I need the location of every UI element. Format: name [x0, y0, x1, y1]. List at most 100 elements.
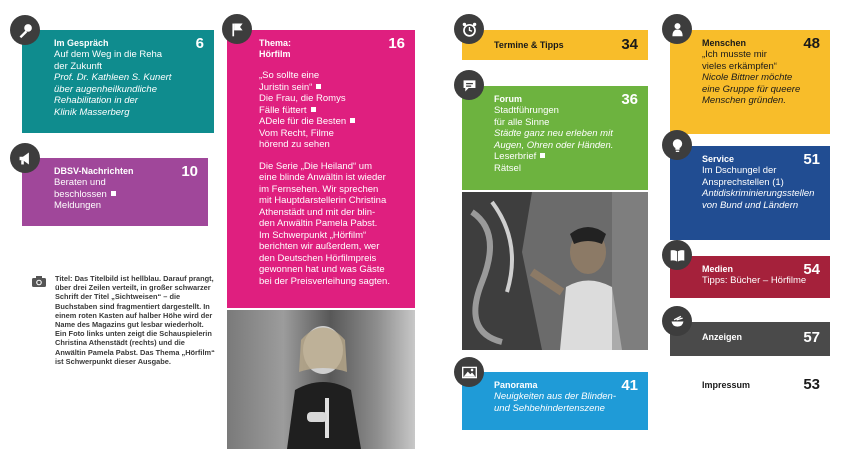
paragraph-line: Athenstädt und mit der blin-	[259, 206, 376, 218]
text-line: beschlossen	[54, 189, 198, 201]
bullet-square-icon	[316, 83, 322, 89]
megaphone-icon	[10, 143, 40, 173]
text-line-content: beschlossen	[54, 188, 107, 200]
person-icon	[662, 14, 692, 44]
section-title: Impressum	[702, 380, 751, 390]
italic-line: Städte ganz neu erleben mit	[494, 128, 613, 139]
text-line-content: Fälle füttert	[259, 104, 307, 116]
section-subtitle: Hörfilm	[259, 49, 291, 59]
text-line-content: Leserbrief	[494, 151, 537, 162]
cover-caption: Titel: Das Titelbild ist hellblau. Darau…	[55, 274, 215, 366]
page-number: 36	[621, 91, 638, 108]
paragraph-line: mit Hauptdarstellerin Christina	[259, 195, 387, 206]
page-number: 54	[803, 261, 820, 278]
text-line: der Zukunft	[54, 60, 103, 72]
text-line: Beraten und	[54, 177, 106, 188]
bullet-square-icon	[310, 106, 316, 112]
camera-icon	[32, 276, 46, 287]
section-im-gespraech[interactable]: 6 Im Gespräch Auf dem Weg in die Reha de…	[22, 30, 214, 133]
section-dbsv[interactable]: 10 DBSV-Nachrichten Beraten und beschlos…	[22, 158, 208, 226]
paragraph-line: Die Serie „Die Heiland“ um	[259, 160, 372, 172]
text-line: Im Dschungel der	[702, 165, 777, 176]
bowl-icon	[662, 306, 692, 336]
text-line: Meldungen	[54, 200, 102, 211]
speech-bubble-icon	[454, 70, 484, 100]
italic-line: Antidiskriminierungsstellen	[702, 188, 815, 199]
section-title: Thema:	[259, 38, 292, 48]
text-line: Fälle füttert	[259, 105, 405, 117]
italic-line: von Bund und Ländern	[702, 199, 799, 211]
paragraph-line: bei der Preisverleihung sagten.	[259, 275, 390, 287]
italic-line: Rehabilitation in der	[54, 95, 138, 106]
text-line: „So sollte eine	[259, 70, 320, 81]
section-title: Panorama	[494, 380, 538, 390]
text-line: Tipps: Bücher – Hörfilme	[702, 275, 807, 286]
section-medien[interactable]: 54 Medien Tipps: Bücher – Hörfilme	[670, 256, 830, 298]
text-line: Ansprechstellen (1)	[702, 176, 784, 188]
lightbulb-icon	[662, 130, 692, 160]
paragraph-line: im Fernsehen. Wir sprechen	[259, 183, 379, 195]
bullet-square-icon	[110, 190, 116, 196]
section-title: DBSV-Nachrichten	[54, 166, 134, 176]
text-line: Vom Recht, Filme	[259, 127, 334, 139]
text-line: ADele für die Besten	[259, 116, 405, 128]
page-number: 6	[195, 35, 204, 52]
section-impressum[interactable]: 53 Impressum	[670, 374, 830, 396]
italic-line: Augen, Ohren oder Händen.	[494, 139, 614, 151]
page-number: 57	[803, 329, 820, 346]
section-title: Service	[702, 154, 735, 164]
section-title: Im Gespräch	[54, 38, 109, 48]
page-number: 16	[388, 35, 405, 52]
section-panorama[interactable]: 41 Panorama Neuigkeiten aus der Blinden-…	[462, 372, 648, 430]
text-line: „Ich musste mir	[702, 49, 767, 60]
text-line: für alle Sinne	[494, 116, 550, 128]
text-line: vieles erkämpfen“	[702, 60, 777, 72]
page-number: 51	[803, 151, 820, 168]
text-line: Auf dem Weg in die Reha	[54, 49, 163, 60]
section-title: Menschen	[702, 38, 747, 48]
text-line: Stadtführungen	[494, 105, 559, 116]
paragraph-line: Im Schwerpunkt „Hörfilm“	[259, 229, 367, 241]
italic-line: und Sehbehindertenszene	[494, 402, 605, 414]
italic-line: Neuigkeiten aus der Blinden-	[494, 391, 616, 402]
text-line-content: Juristin sein“	[259, 81, 313, 93]
italic-line: Nicole Bittner möchte	[702, 72, 793, 83]
italic-line: eine Gruppe für queere	[702, 83, 801, 95]
cover-photo-actress	[227, 310, 415, 449]
page-number: 34	[621, 36, 638, 53]
section-title: Forum	[494, 94, 522, 104]
text-line: Rätsel	[494, 162, 521, 174]
section-forum[interactable]: 36 Forum Stadtführungen für alle Sinne S…	[462, 86, 648, 190]
italic-line: Klinik Masserberg	[54, 106, 130, 118]
paragraph-line: gewonnen hat und was Gäste	[259, 264, 385, 275]
section-title: Medien	[702, 264, 734, 274]
section-anzeigen[interactable]: 57 Anzeigen	[670, 322, 830, 356]
text-line: Juristin sein“	[259, 82, 405, 94]
microphone-icon	[10, 15, 40, 45]
bullet-square-icon	[350, 118, 356, 123]
section-title: Anzeigen	[702, 332, 743, 342]
page-number: 53	[803, 376, 820, 393]
page-number: 48	[803, 35, 820, 52]
text-line: hörend zu sehen	[259, 139, 330, 150]
section-termine[interactable]: 34 Termine & Tipps	[462, 30, 648, 60]
paragraph-line: den Deutschen Hörfilmpreis	[259, 252, 377, 264]
section-menschen[interactable]: 48 Menschen „Ich musste mir vieles erkäm…	[670, 30, 830, 134]
italic-line: Menschen gründen.	[702, 95, 786, 106]
page-number: 41	[621, 377, 638, 394]
section-service[interactable]: 51 Service Im Dschungel der Ansprechstel…	[670, 146, 830, 240]
book-icon	[662, 240, 692, 270]
section-title: Termine & Tipps	[494, 40, 564, 50]
text-line-content: ADele für die Besten	[259, 116, 347, 127]
text-line: Leserbrief	[494, 151, 638, 163]
paragraph-line: den Anwältin Pamela Pabst.	[259, 218, 378, 229]
text-line: Die Frau, die Romys	[259, 93, 346, 104]
page-number: 10	[181, 163, 198, 180]
forum-photo-tree	[462, 192, 648, 350]
italic-line: über augenheilkundliche	[54, 83, 157, 95]
alarm-clock-icon	[454, 14, 484, 44]
section-thema[interactable]: 16 Thema: Hörfilm „So sollte eine Jurist…	[227, 30, 415, 308]
paragraph-line: eine blinde Anwältin ist wieder	[259, 172, 386, 183]
flag-icon	[222, 14, 252, 44]
paragraph-line: berichten wir außerdem, wer	[259, 241, 380, 252]
